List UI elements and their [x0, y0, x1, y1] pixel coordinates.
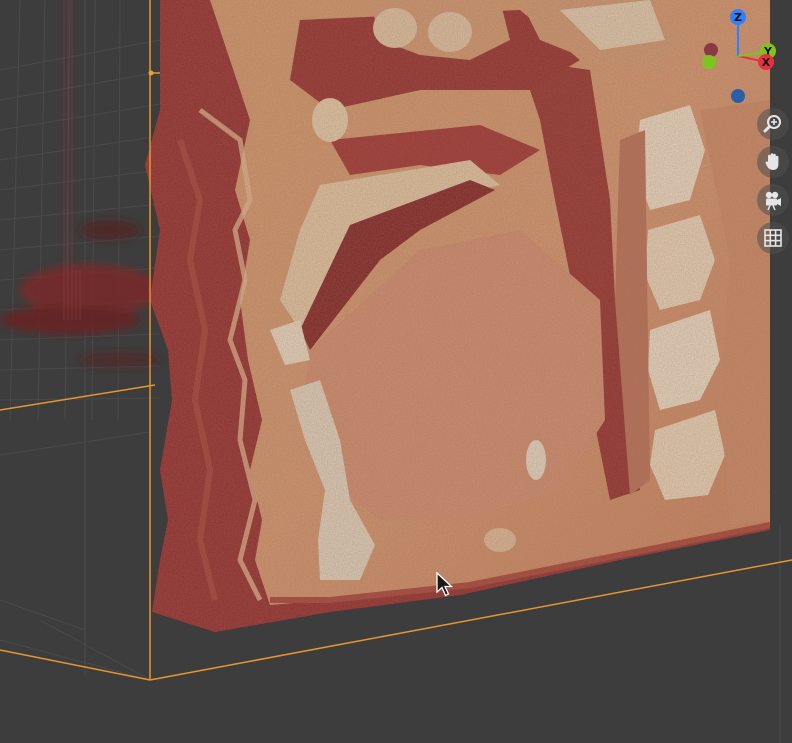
camera-icon [765, 191, 781, 211]
orientation-gizmo[interactable]: Z Y X [696, 4, 788, 104]
pan-button[interactable] [757, 146, 789, 178]
neg-x-handle [704, 43, 718, 57]
svg-text:X: X [762, 56, 771, 69]
camera-button[interactable] [757, 184, 789, 216]
bbox-handle [148, 70, 154, 76]
neg-z-handle [731, 89, 745, 103]
viewport-nav-toolbar [757, 108, 791, 254]
neg-y-handle [702, 55, 716, 69]
gizmo-z-axis[interactable]: Z [730, 9, 746, 25]
volume-scene[interactable] [0, 0, 792, 743]
svg-text:Z: Z [734, 11, 742, 24]
gizmo-x-axis[interactable]: X [758, 54, 774, 70]
zoom-in-icon [763, 115, 781, 133]
grid-icon [764, 229, 782, 247]
grid-toggle-button[interactable] [757, 222, 789, 254]
hand-icon [765, 153, 779, 170]
zoom-button[interactable] [757, 108, 789, 140]
mouse-cursor-icon [436, 572, 454, 597]
ct-volume-render [145, 0, 771, 632]
3d-viewport[interactable]: Z Y X [0, 0, 792, 743]
